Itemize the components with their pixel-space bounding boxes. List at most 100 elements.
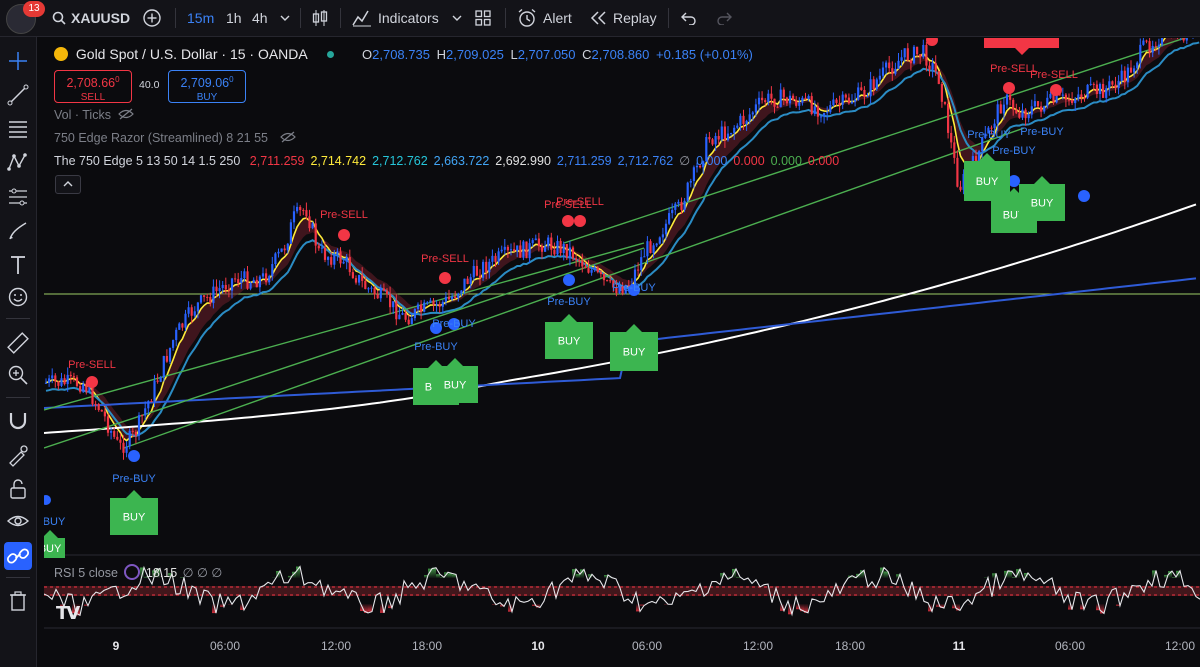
candle [906,48,909,61]
chart-type-button[interactable] [311,0,329,36]
razor-legend[interactable]: 750 Edge Razor (Streamlined) 8 21 55 [54,131,296,145]
candle [804,97,807,100]
interval-4h[interactable]: 4h [252,0,268,36]
candle [212,286,215,304]
candle [835,99,838,103]
pre-sell-dot [439,272,451,284]
trash-icon[interactable] [6,589,30,613]
chart-area[interactable]: Pre-SELL Pre-SELL Pre-SELL Pre-SELL Pre-SELL… [44,38,1200,667]
high-label: H [436,47,446,62]
zoom-in-icon[interactable] [6,363,30,387]
rsi-oversold-fill [368,604,372,612]
candle [711,139,714,145]
redo-button[interactable] [716,0,732,36]
crosshair-icon[interactable] [6,49,30,73]
candle [1111,81,1114,85]
candle [119,439,122,443]
pattern-icon[interactable] [6,151,30,175]
compare-button[interactable] [142,0,162,36]
candle [553,249,556,255]
candle [1061,94,1064,96]
candle [1098,83,1102,95]
candle [788,95,792,104]
candle [255,279,258,288]
ruler-icon[interactable] [6,331,30,355]
candle [795,100,798,106]
candle [640,257,643,271]
symbol-legend[interactable]: Gold Spot / U.S. Dollar · 15 · OANDA [54,46,334,62]
magnet-icon[interactable] [6,409,30,433]
buy-button[interactable]: 2,709.060 BUY [168,70,246,103]
buy-label: BUY [196,91,218,103]
candle [60,378,63,386]
candle [550,237,553,250]
candle [680,201,683,210]
candle [79,386,82,392]
pre-sell-dot [562,215,574,227]
candle [1142,40,1145,45]
candle [206,296,209,298]
rsi-legend[interactable]: RSI 5 close 18.15 ∅ ∅ ∅ [54,564,222,580]
candle [268,276,271,283]
candle [925,44,928,66]
candle [311,223,314,229]
emoji-icon[interactable] [6,285,30,309]
candle [540,245,544,252]
collapse-legend-button[interactable] [55,175,81,194]
candle [940,83,943,102]
candle [1148,41,1151,53]
symbol-search[interactable]: XAUUSD [52,0,130,36]
candle [661,234,664,238]
candle [937,71,940,84]
sell-signal-box [984,38,1059,55]
candle [885,62,888,68]
candle [878,75,881,80]
trend-line-icon[interactable] [6,83,30,107]
fib-lines-icon[interactable] [6,117,30,141]
candle [1151,45,1154,53]
candle [292,211,296,223]
pre-buy-dot [1078,190,1090,202]
alarm-clock-icon [518,8,536,27]
candle [1033,101,1036,107]
pre-buy-label-cut: BUY [44,516,66,528]
avatar[interactable]: 13 [6,1,45,34]
brush-icon[interactable] [6,219,30,243]
candle [581,260,584,267]
lock-icon[interactable] [6,477,30,501]
symbol-label: XAUUSD [71,10,131,26]
eye-off-icon[interactable] [118,108,135,120]
candle [1064,94,1067,100]
candle [531,240,534,244]
candle [48,378,51,383]
candle [1154,45,1157,47]
projection-icon[interactable] [6,185,30,209]
undo-button[interactable] [681,0,697,36]
candle [1157,44,1160,47]
eye-icon[interactable] [6,509,30,533]
eye-off-icon[interactable] [279,131,296,143]
candle [184,313,187,328]
indicators-button[interactable]: Indicators [352,0,439,36]
stay-drawing-icon[interactable] [6,443,30,467]
candle [525,241,528,259]
edge-legend[interactable]: The 750 Edge 5 13 50 14 1.5 250 2,711.25… [54,153,839,168]
alert-button[interactable]: Alert [517,0,572,36]
candle [345,257,348,262]
candle [69,374,72,377]
indicators-dropdown[interactable] [452,0,462,36]
candle [1126,67,1129,83]
candle [857,87,860,100]
text-icon[interactable] [6,253,30,277]
interval-dropdown[interactable] [280,0,290,36]
alert-label: Alert [543,10,572,26]
sell-button[interactable]: 2,708.660 SELL [54,70,132,103]
replay-button[interactable]: Replay [590,0,657,36]
interval-1h[interactable]: 1h [226,0,242,36]
candle [110,431,113,433]
link-tool-active[interactable] [4,542,32,570]
rsi-overbought-fill [736,576,740,578]
interval-15m[interactable]: 15m [187,0,214,36]
layouts-button[interactable] [474,0,492,36]
volume-legend[interactable]: Vol · Ticks [54,108,135,122]
